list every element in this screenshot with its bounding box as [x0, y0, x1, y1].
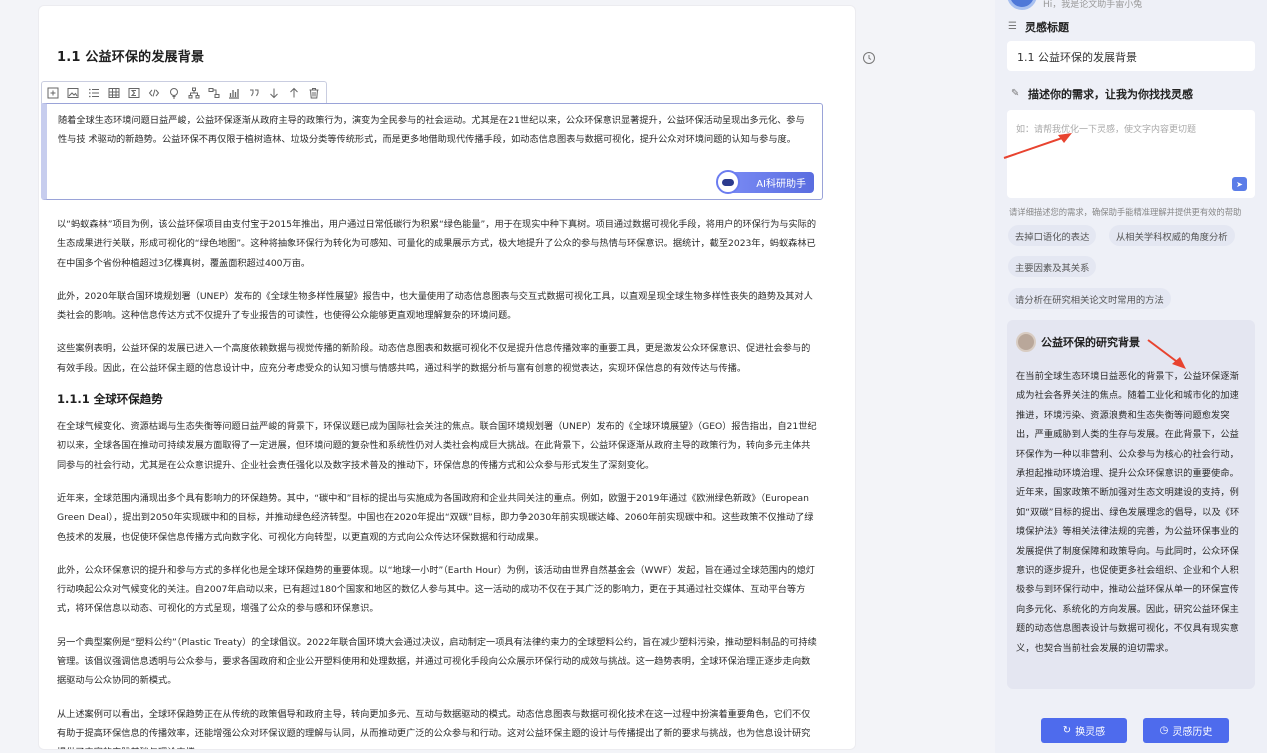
image-icon[interactable] [65, 84, 82, 101]
code-icon[interactable] [145, 84, 162, 101]
add-block-icon[interactable] [45, 84, 62, 101]
assistant-avatar [1007, 0, 1037, 10]
inspiration-panel: Hi，我是论文助手雷小兔 ☰ 灵感标题 1.1 公益环保的发展背景 ✎ 描述你的… [995, 0, 1267, 753]
describe-heading: ✎ 描述你的需求，让我为你找找灵感 [1011, 88, 1193, 101]
hierarchy-icon[interactable] [186, 84, 203, 101]
paragraph[interactable]: 从上述案例可以看出，全球环保趋势正在从传统的政策倡导和政府主导，转向更加多元、互… [57, 705, 819, 749]
clock-history-icon[interactable] [861, 50, 877, 66]
formula-icon[interactable] [125, 84, 142, 101]
paragraph[interactable]: 此外，公众环保意识的提升和参与方式的多样化也是全球环保趋势的重要体现。以“地球一… [57, 561, 819, 619]
quote-icon[interactable] [246, 84, 263, 101]
paragraph[interactable]: 以“蚂蚁森林”项目为例，该公益环保项目由支付宝于2015年推出，用户通过日常低碳… [57, 215, 819, 273]
requirement-hint: 请详细描述您的需求，确保助手能精准理解并提供更有效的帮助 [1009, 207, 1242, 217]
paragraph[interactable]: 这些案例表明，公益环保的发展已进入一个高度依赖数据与视觉传播的新阶段。动态信息图… [57, 339, 819, 378]
requirement-box: ➤ [1007, 110, 1255, 198]
idea-icon[interactable] [165, 84, 182, 101]
section-heading[interactable]: 1.1 公益环保的发展背景 [57, 46, 819, 65]
ai-assistant-label: AI科研助手 [756, 179, 806, 190]
suggestion-chip[interactable]: 去掉口语化的表达 [1008, 225, 1097, 246]
refresh-inspiration-button[interactable]: ↻ 换灵感 [1041, 718, 1127, 743]
paragraph[interactable]: 近年来，全球范围内涌现出多个具有影响力的环保趋势。其中，“碳中和”目标的提出与实… [57, 489, 819, 547]
move-up-icon[interactable] [286, 84, 303, 101]
delete-icon[interactable] [306, 84, 323, 101]
ai-robot-icon [716, 170, 740, 194]
result-card-title: 公益环保的研究背景 [1041, 336, 1140, 349]
document-content: 1.1 公益环保的发展背景 随着全球生态环境问题日益严峻，公益环保逐渐从政府主导… [41, 46, 823, 749]
subsection-heading[interactable]: 1.1.1 全球环保趋势 [57, 391, 819, 407]
active-paragraph-editor[interactable]: 随着全球生态环境问题日益严峻，公益环保逐渐从政府主导的政策行为，演变为全民参与的… [41, 103, 823, 200]
menu-lines-icon: ☰ [1008, 21, 1017, 32]
inspiration-title-field[interactable]: 1.1 公益环保的发展背景 [1007, 41, 1255, 71]
result-card-header: 公益环保的研究背景 [1016, 332, 1246, 352]
send-icon[interactable]: ➤ [1232, 177, 1247, 191]
user-avatar [1016, 332, 1036, 352]
move-down-icon[interactable] [266, 84, 283, 101]
active-paragraph-text[interactable]: 随着全球生态环境问题日益严峻，公益环保逐渐从政府主导的政策行为，演变为全民参与的… [58, 111, 812, 149]
block-toolbar [41, 81, 327, 103]
inspiration-history-button[interactable]: ◷ 灵感历史 [1143, 718, 1229, 743]
suggestion-chip[interactable]: 请分析在研究相关论文时常用的方法 [1008, 288, 1171, 309]
flow-icon[interactable] [206, 84, 223, 101]
document-card: 1.1 公益环保的发展背景 随着全球生态环境问题日益严峻，公益环保逐渐从政府主导… [38, 5, 856, 750]
list-icon[interactable] [85, 84, 102, 101]
suggestion-chip[interactable]: 从相关学科权威的角度分析 [1109, 225, 1235, 246]
inspiration-title-heading: ☰ 灵感标题 [1008, 21, 1069, 34]
pencil-icon: ✎ [1011, 88, 1020, 99]
suggestion-chip[interactable]: 主要因素及其关系 [1008, 256, 1097, 277]
assistant-greeting: Hi，我是论文助手雷小兔 [1043, 0, 1143, 10]
refresh-icon: ↻ [1062, 725, 1072, 736]
inspiration-result-card: 公益环保的研究背景 在当前全球生态环境日益恶化的背景下，公益环保逐渐成为社会各界… [1007, 320, 1255, 689]
requirement-input[interactable] [1016, 122, 1246, 162]
table-icon[interactable] [105, 84, 122, 101]
paragraph[interactable]: 此外，2020年联合国环境规划署（UNEP）发布的《全球生物多样性展望》报告中，… [57, 287, 819, 326]
paragraph[interactable]: 在全球气候变化、资源枯竭与生态失衡等问题日益严峻的背景下，环保议题已成为国际社会… [57, 417, 819, 475]
result-card-body[interactable]: 在当前全球生态环境日益恶化的背景下，公益环保逐渐成为社会各界关注的焦点。随着工业… [1016, 367, 1246, 658]
bar-chart-icon[interactable] [226, 84, 243, 101]
clock-icon: ◷ [1159, 725, 1169, 736]
ai-assistant-button[interactable]: AI科研助手 [716, 170, 814, 194]
paragraph[interactable]: 另一个典型案例是“塑料公约”（Plastic Treaty）的全球倡议。2022… [57, 633, 819, 691]
